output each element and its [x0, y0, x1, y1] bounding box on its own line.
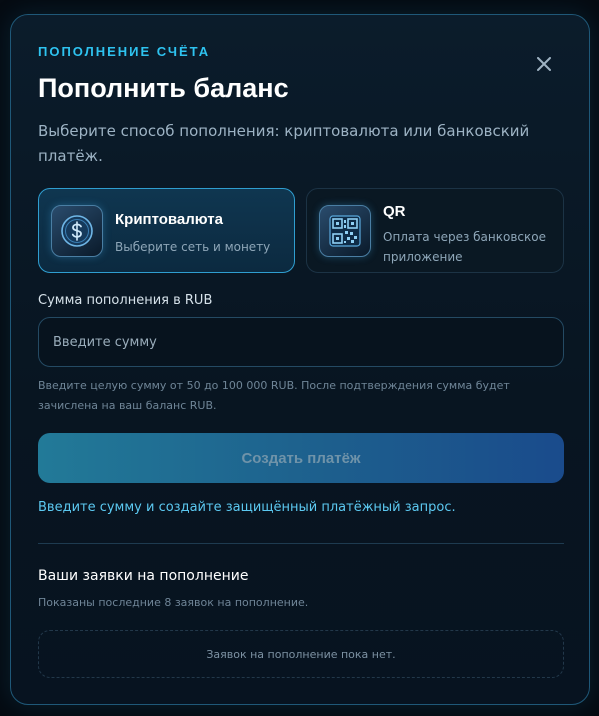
dialog-subtitle: Выберите способ пополнения: криптовалюта… — [38, 122, 530, 165]
method-qr-title: QR — [383, 203, 406, 220]
requests-empty-state: Заявок на пополнение пока нет. — [38, 630, 564, 678]
qr-code-icon — [329, 215, 361, 247]
amount-hint: Введите целую сумму от 50 до 100 000 RUB… — [38, 379, 510, 412]
dialog-title: Пополнить баланс — [38, 73, 289, 103]
create-payment-button[interactable]: Создать платёж — [38, 433, 564, 483]
dollar-coin-icon — [61, 215, 93, 247]
status-message: Введите сумму и создайте защищённый плат… — [38, 500, 456, 515]
close-button[interactable] — [533, 53, 555, 75]
amount-label: Сумма пополнения в RUB — [38, 293, 213, 308]
qr-icon-tile — [319, 205, 371, 257]
method-crypto-card[interactable]: Криптовалюта Выберите сеть и монету — [38, 188, 295, 273]
method-qr-card[interactable]: QR Оплата через банковское приложение — [306, 188, 564, 273]
crypto-icon-tile — [51, 205, 103, 257]
section-divider — [38, 543, 564, 544]
requests-empty-text: Заявок на пополнение пока нет. — [206, 647, 396, 661]
top-up-dialog: ПОПОЛНЕНИЕ СЧЁТА Пополнить баланс Выбери… — [10, 14, 590, 705]
method-qr-description: Оплата через банковское приложение — [383, 230, 546, 264]
requests-subtitle: Показаны последние 8 заявок на пополнени… — [38, 596, 309, 609]
requests-title: Ваши заявки на пополнение — [38, 568, 249, 584]
dialog-eyebrow: ПОПОЛНЕНИЕ СЧЁТА — [38, 44, 211, 59]
method-crypto-title: Криптовалюта — [115, 211, 223, 228]
amount-input[interactable] — [38, 317, 564, 367]
method-crypto-description: Выберите сеть и монету — [115, 240, 271, 254]
close-icon — [537, 57, 551, 71]
